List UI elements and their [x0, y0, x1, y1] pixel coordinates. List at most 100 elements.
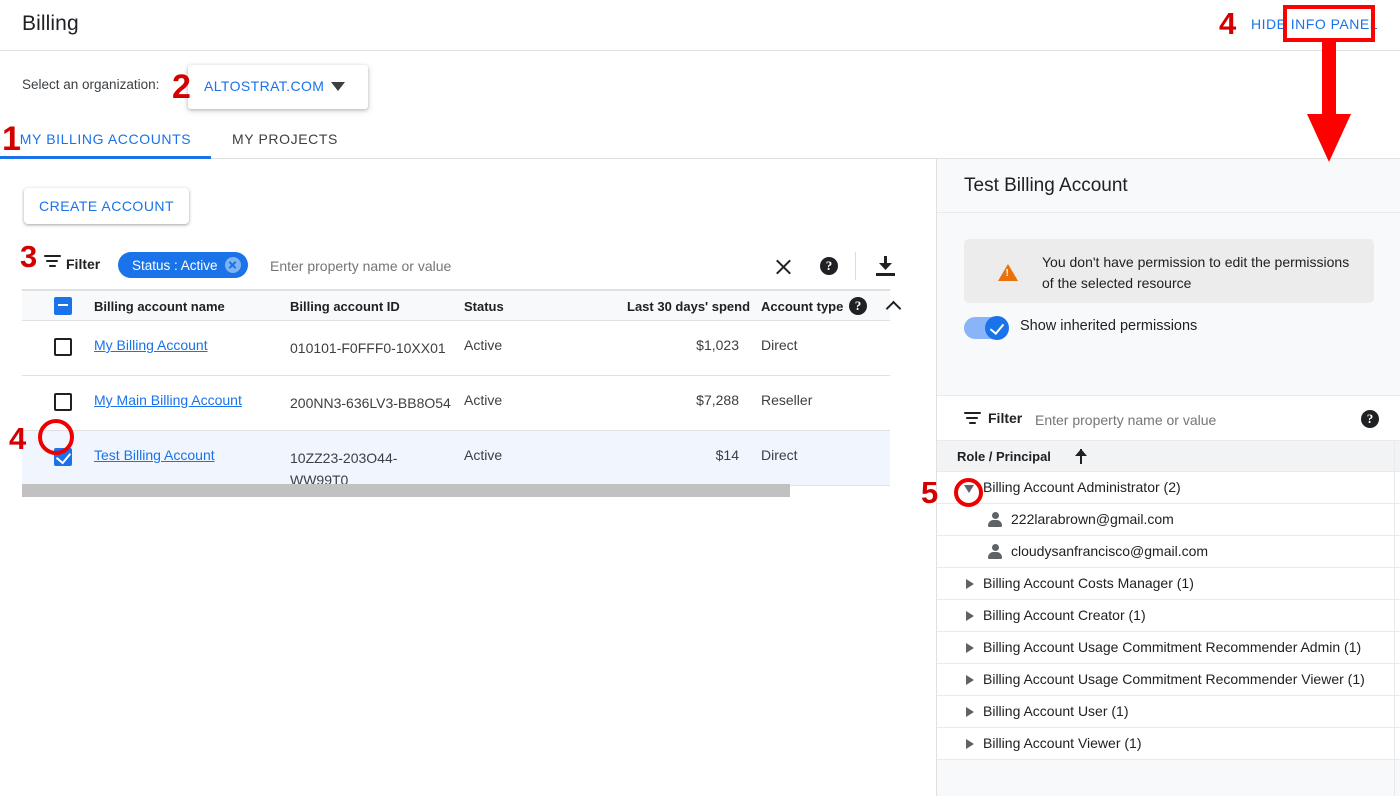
organization-dropdown-value: ALTOSTRAT.COM [204, 78, 324, 94]
warning-triangle-icon [998, 264, 1018, 281]
cell-spend: $1,023 [627, 337, 739, 353]
column-header-role-principal: Role / Principal [957, 449, 1051, 464]
info-panel-filter-label: Filter [988, 410, 1022, 426]
annotation-circle-row-checkbox [38, 419, 74, 455]
annotation-number-3: 3 [20, 241, 37, 272]
cell-billing-account-id: 010101-F0FFF0-10XX01 [290, 337, 455, 359]
role-row-usage-commitment-recommender-admin[interactable]: Billing Account Usage Commitment Recomme… [937, 632, 1400, 664]
toolbar-divider [855, 252, 856, 280]
chevron-right-icon[interactable] [966, 611, 974, 621]
table-row[interactable]: My Main Billing Account 200NN3-636LV3-BB… [22, 376, 890, 431]
tab-my-billing-accounts[interactable]: MY BILLING ACCOUNTS [0, 118, 211, 159]
principal-email: cloudysanfrancisco@gmail.com [1011, 543, 1208, 559]
info-panel-body: You don't have permission to edit the pe… [937, 213, 1400, 393]
info-panel-header: Test Billing Account [937, 159, 1400, 213]
role-principal-list: Billing Account Administrator (2) 222lar… [937, 472, 1400, 760]
page-header: Billing HIDE INFO PANEL [0, 0, 1400, 51]
column-header-status[interactable]: Status [464, 299, 504, 314]
cell-status: Active [464, 392, 502, 408]
cell-status: Active [464, 337, 502, 353]
table-row[interactable]: My Billing Account 010101-F0FFF0-10XX01 … [22, 321, 890, 376]
filter-chip-label: Status : Active [132, 258, 218, 273]
organization-dropdown[interactable]: ALTOSTRAT.COM [188, 65, 368, 109]
filter-help-icon[interactable]: ? [820, 257, 838, 275]
column-header-account-type[interactable]: Account type [761, 299, 843, 314]
cell-billing-account-name[interactable]: Test Billing Account [94, 447, 215, 463]
annotation-number-4-checkbox: 4 [9, 423, 26, 454]
app-root: Billing HIDE INFO PANEL Select an organi… [0, 0, 1400, 796]
cell-billing-account-id: 200NN3-636LV3-BB8O54 [290, 392, 455, 414]
tab-my-projects[interactable]: MY PROJECTS [211, 118, 359, 159]
person-icon [988, 512, 1002, 527]
principal-row[interactable]: cloudysanfrancisco@gmail.com [937, 536, 1400, 568]
filter-input[interactable] [268, 257, 688, 275]
info-panel-help-icon[interactable]: ? [1361, 410, 1379, 428]
column-header-billing-account-id[interactable]: Billing account ID [290, 299, 400, 314]
show-inherited-permissions-label: Show inherited permissions [1020, 318, 1197, 334]
info-panel: Test Billing Account You don't have perm… [937, 159, 1400, 796]
cell-billing-account-name[interactable]: My Main Billing Account [94, 392, 242, 408]
principal-row[interactable]: 222larabrown@gmail.com [937, 504, 1400, 536]
info-panel-filter-bar: Filter ? [937, 395, 1400, 441]
permission-warning-text: You don't have permission to edit the pe… [1042, 252, 1362, 294]
role-row-billing-account-user[interactable]: Billing Account User (1) [937, 696, 1400, 728]
role-row-billing-account-costs-manager[interactable]: Billing Account Costs Manager (1) [937, 568, 1400, 600]
billing-accounts-table: Billing account name Billing account ID … [22, 290, 890, 486]
cell-account-type: Direct [761, 337, 798, 353]
chevron-truncated-icon [886, 301, 902, 317]
role-label: Billing Account Viewer (1) [983, 735, 1141, 751]
role-row-billing-account-creator[interactable]: Billing Account Creator (1) [937, 600, 1400, 632]
scrollbar-thumb[interactable] [22, 484, 790, 497]
show-inherited-permissions-toggle[interactable] [964, 317, 1008, 339]
chevron-down-icon [331, 82, 345, 91]
organization-selector-row: Select an organization: ALTOSTRAT.COM [0, 51, 1400, 118]
role-label: Billing Account Creator (1) [983, 607, 1146, 623]
table-horizontal-scrollbar[interactable] [22, 484, 890, 497]
annotation-number-1: 1 [2, 122, 21, 156]
table-filter-bar: Filter Status : Active ? [22, 242, 890, 290]
create-account-button[interactable]: CREATE ACCOUNT [24, 188, 189, 224]
page-title: Billing [22, 12, 79, 36]
clear-filters-icon[interactable] [774, 257, 793, 276]
annotation-box-info-panel [1283, 5, 1375, 42]
cell-account-type: Reseller [761, 392, 812, 408]
row-checkbox[interactable] [54, 393, 72, 411]
billing-accounts-pane: CREATE ACCOUNT Filter Status : Active ? … [0, 159, 937, 796]
info-panel-column-header[interactable]: Role / Principal [937, 441, 1400, 472]
column-header-billing-account-name[interactable]: Billing account name [94, 299, 225, 314]
filter-chip-status-active[interactable]: Status : Active [118, 252, 248, 278]
role-label: Billing Account Usage Commitment Recomme… [983, 639, 1361, 655]
info-panel-title: Test Billing Account [964, 175, 1128, 197]
table-row[interactable]: Test Billing Account 10ZZ23-203O44-WW99T… [22, 431, 890, 486]
organization-selector-label: Select an organization: [22, 77, 159, 92]
download-icon[interactable] [876, 256, 895, 276]
info-panel-right-divider [1394, 441, 1395, 796]
filter-label: Filter [66, 256, 100, 272]
close-icon[interactable] [225, 257, 241, 273]
sort-ascending-icon[interactable] [1075, 449, 1087, 464]
filter-icon [44, 255, 61, 268]
chevron-right-icon[interactable] [966, 675, 974, 685]
chevron-right-icon[interactable] [966, 643, 974, 653]
role-row-billing-account-administrator[interactable]: Billing Account Administrator (2) [937, 472, 1400, 504]
tab-bar: MY BILLING ACCOUNTS MY PROJECTS [0, 118, 1400, 159]
role-row-usage-commitment-recommender-viewer[interactable]: Billing Account Usage Commitment Recomme… [937, 664, 1400, 696]
cell-billing-account-name[interactable]: My Billing Account [94, 337, 208, 353]
chevron-right-icon[interactable] [966, 707, 974, 717]
annotation-arrow-to-info-panel [1307, 42, 1351, 162]
cell-status: Active [464, 447, 502, 463]
permission-warning-banner: You don't have permission to edit the pe… [964, 239, 1374, 303]
cell-spend: $7,288 [627, 392, 739, 408]
chevron-right-icon[interactable] [966, 739, 974, 749]
cell-spend: $14 [627, 447, 739, 463]
role-row-billing-account-viewer[interactable]: Billing Account Viewer (1) [937, 728, 1400, 760]
row-checkbox[interactable] [54, 338, 72, 356]
select-all-checkbox[interactable] [54, 297, 72, 315]
chevron-right-icon[interactable] [966, 579, 974, 589]
role-label: Billing Account Usage Commitment Recomme… [983, 671, 1365, 687]
info-panel-filter-input[interactable] [1033, 411, 1303, 429]
account-type-help-icon[interactable]: ? [849, 297, 867, 315]
principal-email: 222larabrown@gmail.com [1011, 511, 1174, 527]
column-header-last-30-days-spend[interactable]: Last 30 days' spend [627, 299, 750, 314]
role-label: Billing Account User (1) [983, 703, 1129, 719]
